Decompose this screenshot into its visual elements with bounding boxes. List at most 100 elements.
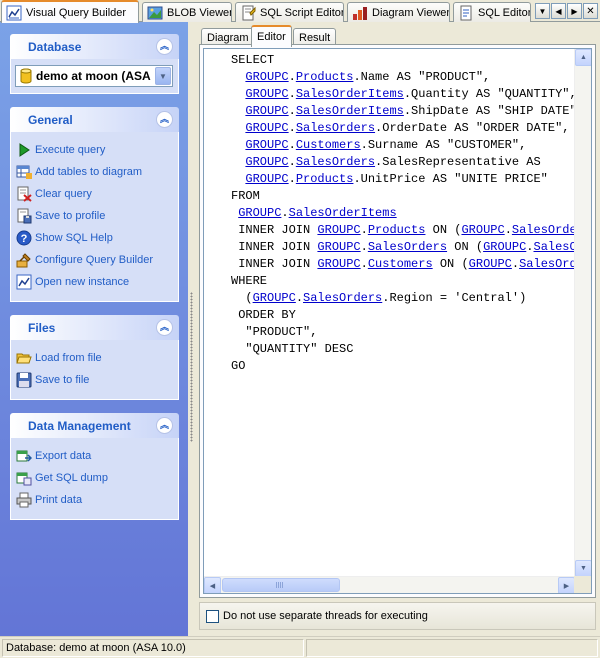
code-line: GROUPC.SalesOrderItems.ShipDate AS "SHIP… (231, 103, 579, 120)
sql-object-link[interactable]: GROUPC (238, 206, 281, 220)
sql-object-link[interactable]: SalesOrders (303, 291, 382, 305)
data-management-group-header[interactable]: Data Management ︽ (10, 413, 179, 438)
sql-token: INNER JOIN (231, 240, 318, 254)
sql-object-link[interactable]: GROUPC (483, 240, 526, 254)
code-line: "PRODUCT", (231, 324, 579, 341)
editor-area: Diagram Editor Result SELECT GROUPC.Prod… (195, 22, 600, 636)
sql-object-link[interactable]: SalesOrderItems (296, 87, 404, 101)
sql-object-link[interactable]: SalesOrderItems (289, 206, 397, 220)
sql-token: . (295, 291, 304, 305)
sql-object-link[interactable]: SalesOrderItems (296, 104, 404, 118)
sql-object-link[interactable]: GROUPC (469, 257, 512, 271)
tab-list-dropdown-icon[interactable]: ▼ (535, 3, 550, 19)
sql-object-link[interactable]: GROUPC (245, 138, 288, 152)
sql-object-link[interactable]: SalesOrders (296, 121, 375, 135)
horizontal-scrollbar[interactable]: ◀ ▶ (204, 576, 575, 593)
separate-threads-label[interactable]: Do not use separate threads for executin… (223, 610, 428, 622)
sql-token: WHERE (231, 274, 268, 288)
sql-object-link[interactable]: GROUPC (253, 291, 296, 305)
add-tables-link[interactable]: Add tables to diagram (16, 161, 178, 183)
code-line: GROUPC.SalesOrders.SalesRepresentative A… (231, 154, 579, 171)
show-sql-help-link[interactable]: ? Show SQL Help (16, 227, 178, 249)
get-sql-dump-link[interactable]: Get SQL dump (16, 467, 178, 489)
chevron-down-icon[interactable]: ▼ (155, 67, 171, 85)
clear-query-link[interactable]: Clear query (16, 183, 178, 205)
sql-object-link[interactable]: Products (296, 172, 354, 186)
collapse-chevron-icon[interactable]: ︽ (156, 38, 173, 55)
print-data-link[interactable]: Print data (16, 489, 178, 511)
configure-query-builder-link[interactable]: Configure Query Builder (16, 249, 178, 271)
load-from-file-link[interactable]: Load from file (16, 347, 178, 369)
sql-token: . (526, 240, 534, 254)
sql-token: ON ( (447, 240, 484, 254)
tab-diagram-viewer[interactable]: Diagram Viewer (347, 2, 450, 22)
status-bar: Database: demo at moon (ASA 10.0) (0, 636, 600, 658)
sql-code-text[interactable]: SELECT GROUPC.Products.Name AS "PRODUCT"… (231, 52, 579, 572)
query-builder-icon (6, 5, 22, 21)
sql-object-link[interactable]: SalesOrders (296, 155, 375, 169)
sql-object-link[interactable]: GROUPC (245, 172, 288, 186)
splitter-grip[interactable] (190, 292, 193, 442)
sql-object-link[interactable]: GROUPC (245, 121, 288, 135)
sql-object-link[interactable]: Products (368, 223, 426, 237)
tab-blob-viewer[interactable]: BLOB Viewer (142, 2, 232, 22)
code-line: FROM (231, 188, 579, 205)
sql-object-link[interactable]: GROUPC (317, 240, 360, 254)
scroll-up-icon[interactable]: ▲ (575, 49, 591, 66)
tab-sql-editor[interactable]: SQL Editor: (453, 2, 531, 22)
sql-object-link[interactable]: SalesOrders (368, 240, 447, 254)
collapse-chevron-icon[interactable]: ︽ (156, 319, 173, 336)
database-group-body: demo at moon (ASA ▼ (10, 59, 179, 94)
vertical-scrollbar[interactable]: ▲ ▼ (574, 49, 591, 577)
group-title: Files (28, 320, 56, 335)
sql-object-link[interactable]: GROUPC (245, 87, 288, 101)
save-profile-icon (16, 208, 32, 224)
tab-scroll-left-icon[interactable]: ◀ (551, 3, 566, 19)
sql-object-link[interactable]: GROUPC (317, 223, 360, 237)
sql-object-link[interactable]: Customers (296, 138, 361, 152)
separate-threads-checkbox[interactable] (206, 609, 219, 623)
tab-sql-script-editor[interactable]: SQL Script Editor (235, 2, 344, 22)
pane-splitter[interactable] (188, 22, 195, 636)
sql-object-link[interactable]: Products (296, 70, 354, 84)
sql-object-link[interactable]: GROUPC (461, 223, 504, 237)
open-new-instance-link[interactable]: Open new instance (16, 271, 178, 293)
files-group-body: Load from file Save to file (10, 340, 179, 400)
files-group: Files ︽ Load from file Save to file (10, 315, 179, 400)
sql-editor[interactable]: SELECT GROUPC.Products.Name AS "PRODUCT"… (203, 48, 592, 594)
sql-object-link[interactable]: SalesOrders (519, 257, 579, 271)
sql-token: . (360, 257, 368, 271)
sql-object-link[interactable]: GROUPC (245, 70, 288, 84)
sql-object-link[interactable]: Customers (368, 257, 433, 271)
task-label: Export data (35, 450, 92, 462)
tab-editor[interactable]: Editor (251, 25, 292, 47)
execute-query-link[interactable]: Execute query (16, 139, 178, 161)
collapse-chevron-icon[interactable]: ︽ (156, 417, 173, 434)
sql-object-link[interactable]: GROUPC (317, 257, 360, 271)
scroll-down-icon[interactable]: ▼ (575, 560, 591, 577)
sql-object-link[interactable]: GROUPC (245, 104, 288, 118)
save-to-profile-link[interactable]: Save to profile (16, 205, 178, 227)
sql-token: .Region = 'Central') (382, 291, 527, 305)
sql-object-link[interactable]: SalesOrderItems (534, 240, 580, 254)
files-group-header[interactable]: Files ︽ (10, 315, 179, 340)
tab-label: BLOB Viewer (167, 6, 232, 19)
close-tab-icon[interactable]: ✕ (583, 3, 598, 19)
database-select[interactable]: demo at moon (ASA ▼ (15, 65, 173, 87)
sql-object-link[interactable]: SalesOrderItems (512, 223, 579, 237)
save-to-file-link[interactable]: Save to file (16, 369, 178, 391)
scroll-right-icon[interactable]: ▶ (558, 577, 575, 593)
scroll-left-icon[interactable]: ◀ (204, 577, 221, 593)
collapse-chevron-icon[interactable]: ︽ (156, 111, 173, 128)
tab-visual-query-builder[interactable]: Visual Query Builder (1, 0, 139, 23)
general-group-header[interactable]: General ︽ (10, 107, 179, 132)
horizontal-scroll-thumb[interactable] (222, 578, 340, 592)
sql-object-link[interactable]: GROUPC (245, 155, 288, 169)
database-group-header[interactable]: Database ︽ (10, 34, 179, 59)
sql-token: . (288, 155, 296, 169)
database-group: Database ︽ demo at moon (ASA ▼ (10, 34, 179, 94)
task-label: Show SQL Help (35, 232, 113, 244)
tab-scroll-right-icon[interactable]: ▶ (567, 3, 582, 19)
export-data-link[interactable]: Export data (16, 445, 178, 467)
